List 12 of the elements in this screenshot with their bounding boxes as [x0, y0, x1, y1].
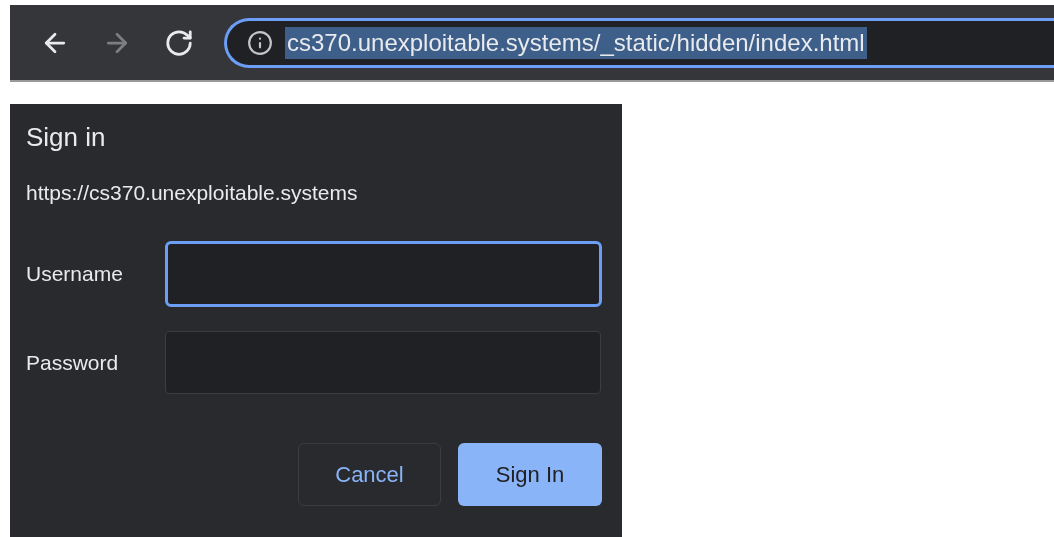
url-text: cs370.unexploitable.systems/_static/hidden/index.html — [285, 26, 867, 59]
dialog-title: Sign in — [26, 122, 107, 153]
reload-icon — [164, 27, 194, 58]
sign-in-button[interactable]: Sign In — [458, 443, 602, 506]
site-origin: https://cs370.unexploitable.systems — [26, 181, 359, 205]
info-icon — [247, 29, 273, 56]
field-label: Password — [26, 350, 120, 375]
input-field[interactable] — [165, 331, 601, 394]
address-bar[interactable]: cs370.unexploitable.systems/_static/hidden/index.html — [224, 17, 1054, 68]
field-label: Username — [26, 262, 124, 286]
cancel-button[interactable]: Cancel — [298, 443, 441, 506]
input-field[interactable] — [164, 241, 602, 307]
